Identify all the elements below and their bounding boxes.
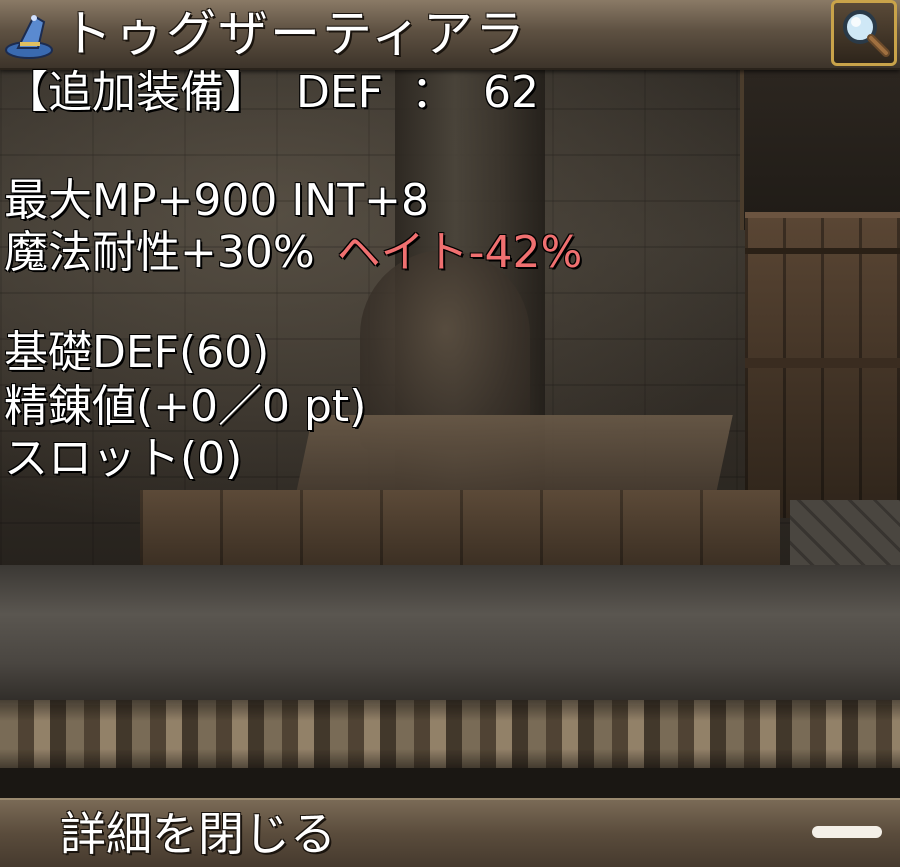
close-details-label: 詳細を閉じる — [60, 807, 336, 861]
wizard-hat-icon — [4, 12, 54, 60]
item-title: トゥグザーティアラ — [62, 5, 527, 63]
slot-line: スロット(0) — [4, 433, 243, 484]
magic-resist-text: 魔法耐性+30% — [4, 227, 315, 278]
bonus-line: 最大MP+900 INT+8 — [4, 175, 429, 226]
stone-archway — [740, 70, 900, 230]
base-def-line: 基礎DEF(60) — [4, 327, 270, 378]
wooden-crate-stack — [745, 212, 900, 518]
extra-equip-label: 【追加装備】 — [4, 67, 268, 118]
counter-shadow — [0, 768, 900, 798]
wooden-crate — [140, 490, 780, 570]
def-label: DEF — [296, 67, 383, 118]
def-line: 【追加装備】 DEF ： 62 — [4, 66, 539, 120]
def-value: 62 — [483, 67, 539, 118]
stone-counter — [0, 565, 900, 705]
magnifier-icon — [838, 6, 892, 64]
resist-line: 魔法耐性+30% ヘイト-42% — [4, 226, 582, 280]
refine-line: 精錬値(+0／0 pt) — [4, 381, 367, 432]
def-separator: ： — [411, 67, 455, 118]
scroll-handle[interactable] — [812, 826, 882, 838]
cobblestone-floor — [790, 500, 900, 570]
close-details-button[interactable]: 詳細を閉じる — [0, 798, 900, 867]
zoom-button[interactable] — [831, 0, 897, 66]
hate-text: ヘイト-42% — [336, 227, 583, 278]
item-title-bar: トゥグザーティアラ — [0, 0, 900, 70]
counter-trim — [0, 700, 900, 770]
